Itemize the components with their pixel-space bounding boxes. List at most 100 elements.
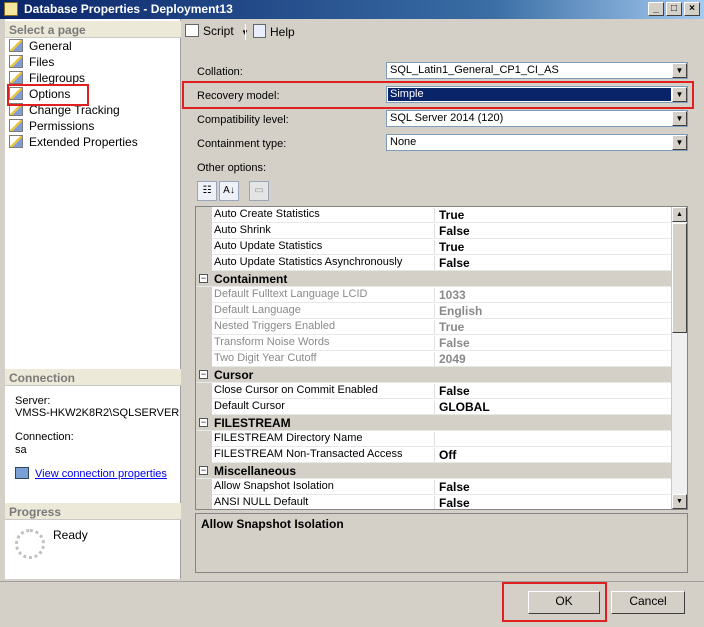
row-gutter: [196, 383, 212, 399]
grid-row[interactable]: Auto Create Statistics True: [196, 207, 673, 223]
grid-row[interactable]: Close Cursor on Commit Enabled False: [196, 383, 673, 399]
grid-row[interactable]: Allow Snapshot Isolation False: [196, 479, 673, 495]
property-name: FILESTREAM Directory Name: [214, 432, 363, 444]
collation-label: Collation:: [197, 66, 243, 78]
property-name: Default Cursor: [214, 400, 285, 412]
property-value[interactable]: True: [434, 240, 673, 254]
categorized-icon[interactable]: ☷: [197, 181, 217, 201]
script-icon: [185, 24, 199, 37]
page-extended-properties[interactable]: Extended Properties: [9, 135, 138, 151]
grid-row[interactable]: Auto Shrink False: [196, 223, 673, 239]
scroll-up-icon[interactable]: ▲: [672, 207, 687, 222]
grid-row[interactable]: Auto Update Statistics True: [196, 239, 673, 255]
property-value[interactable]: [434, 432, 673, 446]
collapse-icon[interactable]: −: [199, 466, 208, 475]
property-value[interactable]: 1033: [434, 288, 673, 302]
property-name: ANSI NULL Default: [214, 496, 309, 508]
property-name: Close Cursor on Commit Enabled: [214, 384, 378, 396]
scroll-thumb[interactable]: [672, 223, 687, 333]
property-pages-icon[interactable]: ▭: [249, 181, 269, 201]
description-panel: Allow Snapshot Isolation: [195, 513, 688, 573]
close-button[interactable]: ×: [684, 2, 700, 16]
property-name: Two Digit Year Cutoff: [214, 352, 317, 364]
row-gutter: [196, 303, 212, 319]
grid-row[interactable]: Default Fulltext Language LCID 1033: [196, 287, 673, 303]
property-grid: Auto Create Statistics True Auto Shrink Fal…: [195, 206, 688, 510]
property-value[interactable]: False: [434, 224, 673, 238]
page-general[interactable]: General: [9, 39, 72, 55]
page-icon: [9, 55, 23, 68]
property-value[interactable]: False: [434, 256, 673, 270]
collapse-icon[interactable]: −: [199, 370, 208, 379]
server-label: Server:: [15, 395, 51, 407]
property-name: FILESTREAM: [214, 416, 291, 430]
collation-select[interactable]: SQL_Latin1_General_CP1_CI_AS ▼: [386, 62, 688, 79]
collapse-icon[interactable]: −: [199, 274, 208, 283]
collapse-icon[interactable]: −: [199, 418, 208, 427]
help-button[interactable]: Help: [253, 24, 295, 39]
property-value[interactable]: False: [434, 496, 673, 509]
page-icon: [9, 135, 23, 148]
grid-category-row[interactable]: − FILESTREAM: [196, 415, 673, 431]
grid-row[interactable]: ANSI NULL Default False: [196, 495, 673, 509]
options-highlight: [7, 84, 89, 106]
row-gutter: [196, 335, 212, 351]
scroll-down-icon[interactable]: ▼: [672, 494, 687, 509]
property-value[interactable]: 2049: [434, 352, 673, 366]
property-value[interactable]: True: [434, 208, 673, 222]
grid-row[interactable]: FILESTREAM Directory Name: [196, 431, 673, 447]
compatibility-level-label: Compatibility level:: [197, 114, 289, 126]
compatibility-level-select[interactable]: SQL Server 2014 (120) ▼: [386, 110, 688, 127]
property-name: Auto Shrink: [214, 224, 271, 236]
row-gutter: [196, 239, 212, 255]
property-value[interactable]: GLOBAL: [434, 400, 673, 414]
connection-label: Connection:: [15, 431, 74, 443]
chevron-down-icon[interactable]: ▼: [672, 63, 687, 78]
property-value[interactable]: False: [434, 336, 673, 350]
cancel-button[interactable]: Cancel: [611, 591, 685, 614]
property-name: Cursor: [214, 368, 254, 382]
chevron-down-icon[interactable]: ▼: [672, 111, 687, 126]
property-name: Auto Update Statistics Asynchronously: [214, 256, 403, 268]
grid-scrollbar[interactable]: ▲ ▼: [671, 207, 687, 509]
recovery-model-highlight: [182, 81, 694, 109]
grid-category-row[interactable]: − Miscellaneous: [196, 463, 673, 479]
maximize-button[interactable]: □: [666, 2, 682, 16]
connection-properties-icon: [15, 467, 29, 479]
row-gutter: [196, 495, 212, 509]
grid-row[interactable]: Transform Noise Words False: [196, 335, 673, 351]
row-gutter: [196, 319, 212, 335]
property-value[interactable]: Off: [434, 448, 673, 462]
property-value[interactable]: English: [434, 304, 673, 318]
script-button[interactable]: Script ▼: [185, 24, 249, 38]
grid-row[interactable]: Auto Update Statistics Asynchronously Fal…: [196, 255, 673, 271]
row-gutter: [196, 399, 212, 415]
grid-category-row[interactable]: − Containment: [196, 271, 673, 287]
page-permissions[interactable]: Permissions: [9, 119, 94, 135]
progress-header: Progress: [5, 503, 181, 520]
property-name: FILESTREAM Non-Transacted Access: [214, 448, 403, 460]
property-value[interactable]: False: [434, 384, 673, 398]
minimize-button[interactable]: _: [648, 2, 664, 16]
other-options-label: Other options:: [197, 162, 267, 174]
property-value[interactable]: False: [434, 480, 673, 494]
containment-type-select[interactable]: None ▼: [386, 134, 688, 151]
help-icon: [253, 24, 266, 38]
grid-category-row[interactable]: − Cursor: [196, 367, 673, 383]
grid-row[interactable]: FILESTREAM Non-Transacted Access Off: [196, 447, 673, 463]
chevron-down-icon[interactable]: ▼: [672, 135, 687, 150]
row-gutter: [196, 223, 212, 239]
grid-row[interactable]: Nested Triggers Enabled True: [196, 319, 673, 335]
grid-row[interactable]: Default Language English: [196, 303, 673, 319]
property-value[interactable]: True: [434, 320, 673, 334]
collation-value: SQL_Latin1_General_CP1_CI_AS: [390, 64, 559, 76]
server-value: VMSS-HKW2K8R2\SQLSERVER: [15, 407, 180, 419]
alphabetical-sort-icon[interactable]: A↓: [219, 181, 239, 201]
grid-row[interactable]: Default Cursor GLOBAL: [196, 399, 673, 415]
grid-row[interactable]: Two Digit Year Cutoff 2049: [196, 351, 673, 367]
page-files[interactable]: Files: [9, 55, 54, 71]
select-page-header: Select a page: [5, 21, 181, 38]
view-connection-properties[interactable]: View connection properties: [15, 467, 167, 480]
page-icon: [9, 39, 23, 52]
toolbar-separator: [245, 24, 246, 40]
